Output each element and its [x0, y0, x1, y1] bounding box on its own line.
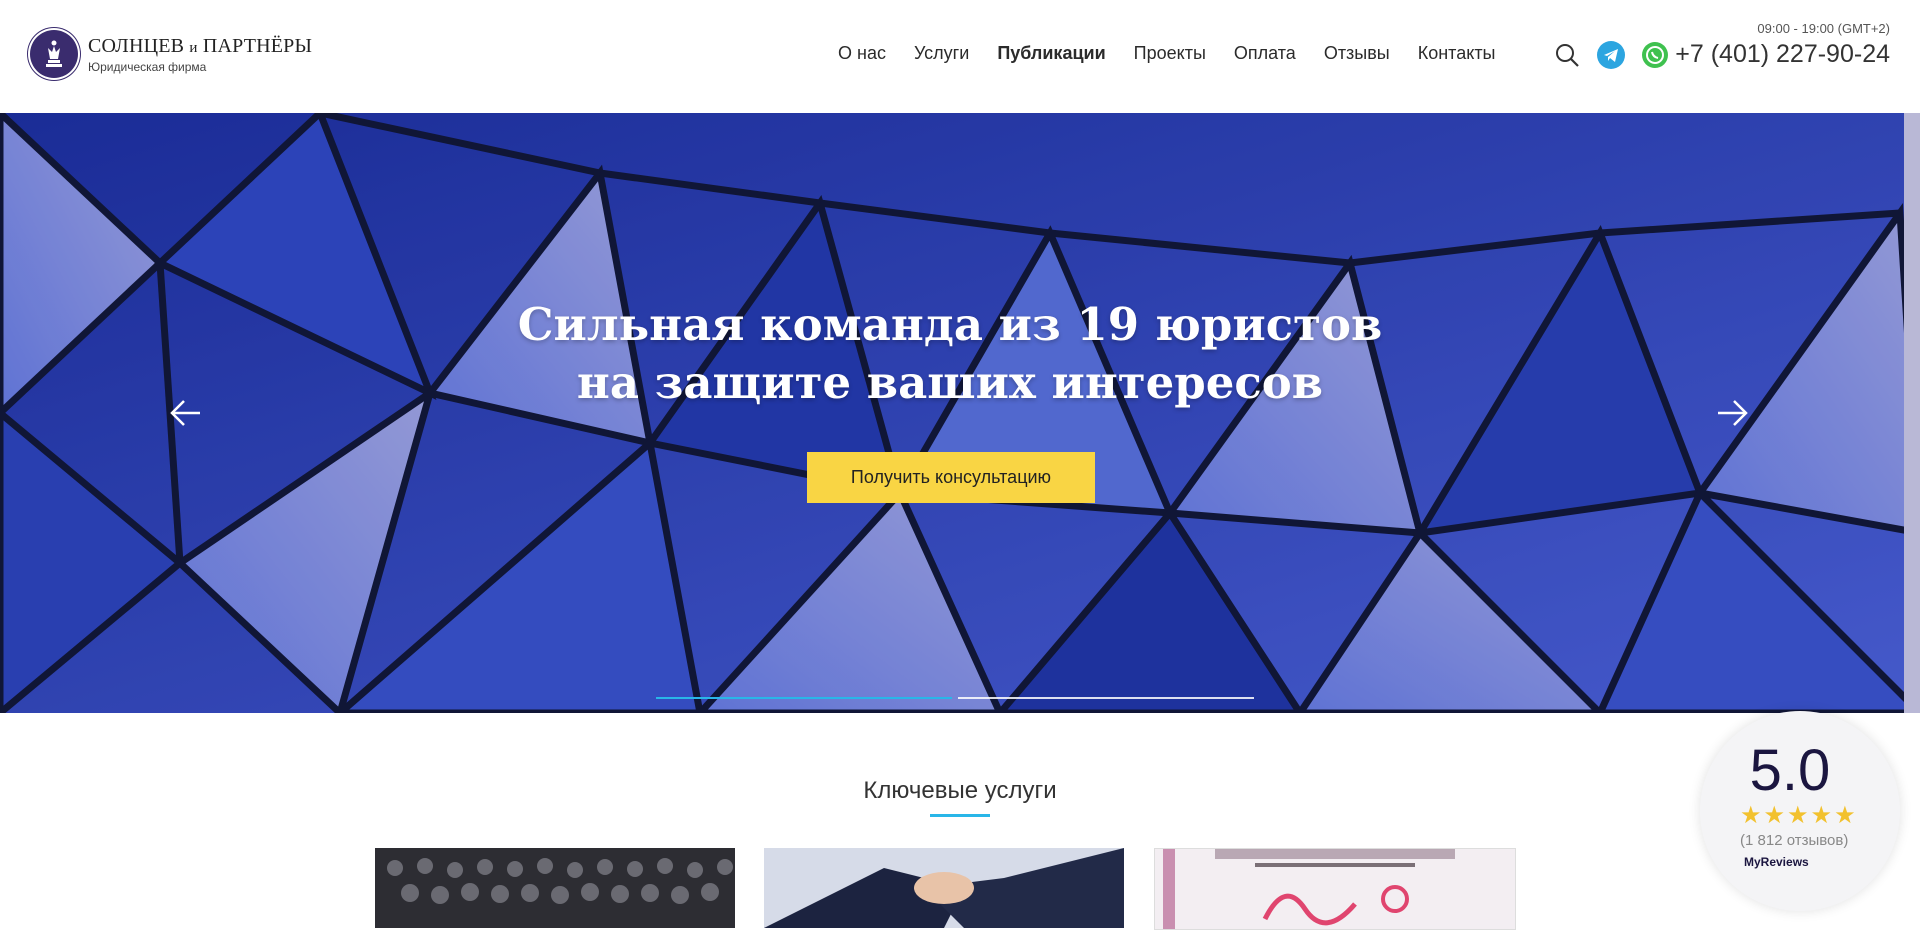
reviews-badge[interactable]: 5.0 ★★★★★ (1 812 отзывов) MyReviews [1700, 711, 1900, 911]
section-title: Ключевые услуги [863, 777, 1057, 804]
service-card[interactable] [1154, 848, 1516, 930]
main-nav: О нас Услуги Публикации Проекты Оплата О… [838, 43, 1496, 64]
service-card[interactable] [375, 848, 735, 928]
logo-subtitle: Юридическая фирма [88, 59, 207, 74]
telegram-icon[interactable] [1596, 40, 1626, 70]
logo[interactable]: СОЛНЦЕВ и ПАРТНЁРЫ Юридическая фирма [30, 30, 312, 78]
logo-title: СОЛНЦЕВ и ПАРТНЁРЫ [88, 34, 313, 57]
phone-link[interactable]: +7 (401) 227-90-24 [1675, 40, 1890, 69]
chess-queen-icon [30, 30, 78, 78]
hero-title: Сильная команда из 19 юристов на защите … [517, 298, 1383, 409]
slider-pagination [656, 697, 1254, 699]
arrow-right-icon[interactable] [1712, 393, 1752, 433]
nav-reviews[interactable]: Отзывы [1324, 43, 1390, 64]
site-header: СОЛНЦЕВ и ПАРТНЁРЫ Юридическая фирма О н… [0, 0, 1920, 112]
nav-services[interactable]: Услуги [914, 43, 969, 64]
nav-about[interactable]: О нас [838, 43, 886, 64]
title-underline [930, 814, 990, 817]
hero-slider: Сильная команда из 19 юристов на защите … [0, 113, 1920, 713]
slider-dot[interactable] [958, 697, 1254, 699]
get-consultation-button[interactable]: Получить консультацию [807, 452, 1095, 503]
reviews-count: (1 812 отзывов) [1740, 832, 1849, 849]
arrow-left-icon[interactable] [166, 393, 206, 433]
search-icon[interactable] [1552, 40, 1582, 70]
star-icon: ★★★★★ [1740, 802, 1858, 829]
working-hours: 09:00 - 19:00 (GMT+2) [1757, 21, 1890, 36]
nav-contacts[interactable]: Контакты [1418, 43, 1496, 64]
slider-dot[interactable] [656, 697, 952, 699]
hero-background [0, 113, 1920, 713]
scrollbar[interactable] [1904, 113, 1920, 713]
nav-publications[interactable]: Публикации [997, 43, 1105, 64]
nav-projects[interactable]: Проекты [1134, 43, 1206, 64]
reviews-brand: MyReviews [1744, 855, 1809, 869]
nav-payment[interactable]: Оплата [1234, 43, 1296, 64]
rating-value: 5.0 [1749, 738, 1831, 803]
whatsapp-icon[interactable] [1640, 40, 1670, 70]
service-card[interactable] [764, 848, 1124, 928]
